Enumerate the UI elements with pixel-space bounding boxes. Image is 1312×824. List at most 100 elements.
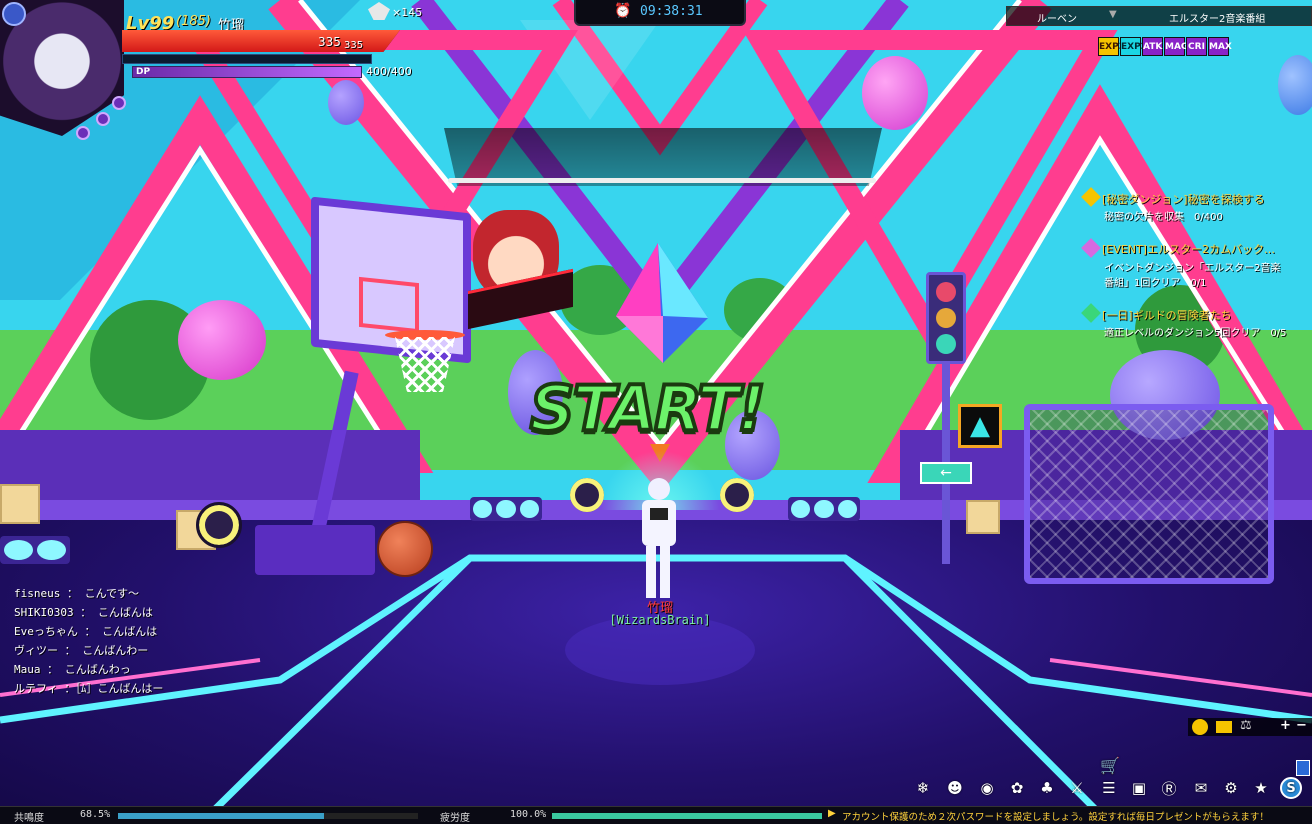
box-icon[interactable]: ▣ bbox=[1128, 777, 1150, 799]
quest-marker-icon bbox=[1081, 303, 1101, 323]
hp-current: 335 bbox=[318, 35, 341, 49]
balloon-pink-top bbox=[862, 56, 928, 130]
skill-leaf-icon[interactable]: ✿ bbox=[1006, 777, 1028, 799]
dp-value: 400/400 bbox=[366, 65, 412, 78]
dp-bar bbox=[132, 66, 362, 78]
quest-progress: 秘密の欠片を収集 0/400 bbox=[1104, 212, 1223, 223]
clock-time: 09:38:31 bbox=[640, 4, 703, 19]
buff-max[interactable]: MAX bbox=[1208, 37, 1232, 56]
buff-atk[interactable]: ATK bbox=[1142, 37, 1163, 56]
quest-title: [一日]ギルドの冒険者たち bbox=[1102, 309, 1232, 322]
quest-title: [秘密ダンジョン]秘密を探検する bbox=[1102, 193, 1265, 206]
quest-scroll-icon[interactable]: ☰ bbox=[1098, 777, 1120, 799]
skill-slot-icon[interactable] bbox=[76, 126, 90, 140]
weapon-icon[interactable]: ⚔ bbox=[1066, 777, 1088, 799]
spotlight-center-left bbox=[570, 478, 604, 512]
player-status-panel: Lv99 (185) 竹瑠 ×145 335 335 DP 400/400 bbox=[0, 0, 430, 150]
mp-bar bbox=[122, 54, 372, 64]
quest-progress: イベントダンジョン「エルスター2音楽 bbox=[1104, 263, 1281, 274]
stage-lights-right bbox=[788, 497, 860, 521]
resonance-bar bbox=[118, 813, 418, 819]
balloon-blue-far-right bbox=[1278, 55, 1312, 115]
quest-progress: 番組」1回クリア 0/1 bbox=[1104, 278, 1207, 289]
resonance-value: 68.5% bbox=[80, 809, 111, 820]
s-menu-icon[interactable]: S bbox=[1280, 777, 1302, 799]
settings-gear-icon[interactable]: ⚙ bbox=[1220, 777, 1242, 799]
stage-lights-far-left bbox=[0, 536, 70, 564]
balloon-pink-left bbox=[178, 300, 266, 380]
buff-exp2[interactable]: EXP2 bbox=[1120, 37, 1147, 56]
buff-mag[interactable]: MAG bbox=[1164, 37, 1188, 56]
alarm-clock-icon: ⏰ bbox=[614, 3, 632, 19]
spotlight-left bbox=[196, 502, 242, 548]
class-emblem-icon bbox=[2, 2, 26, 26]
quest-title: [EVENT]エルスター2カムバック… bbox=[1102, 243, 1275, 256]
quest-tracker: [秘密ダンジョン]秘密を探検する 秘密の欠片を収集 0/400 [EVENT]エ… bbox=[1080, 187, 1312, 348]
guild-g-icon[interactable]: Ⓡ bbox=[1158, 777, 1180, 799]
resonance-label: 共鳴度 bbox=[14, 813, 44, 824]
skill-slot-icon[interactable] bbox=[112, 96, 126, 110]
chat-message: fisneus ： こんです～ bbox=[14, 587, 140, 600]
event-gift-icon[interactable]: ★ bbox=[1250, 777, 1272, 799]
town-name: ルーベン bbox=[1037, 14, 1077, 25]
chat-message: SHIKI0303 ： こんばんは bbox=[14, 606, 153, 619]
chevron-down-icon[interactable]: ▼ bbox=[1109, 9, 1117, 20]
fatigue-label: 疲労度 bbox=[440, 813, 470, 824]
community-icon[interactable]: ✉ bbox=[1190, 777, 1212, 799]
lives-count: ×145 bbox=[392, 6, 423, 19]
stage-progress-track bbox=[448, 178, 876, 183]
megaphone-icon: ▶ bbox=[828, 808, 836, 819]
chat-message: ルテフィ ：［ﾑ］こんばんはー bbox=[14, 682, 164, 695]
crate-left bbox=[0, 484, 40, 524]
goal-net bbox=[1024, 404, 1274, 584]
ninja-icon[interactable]: ❄ bbox=[912, 777, 934, 799]
player-sub-level: (185) bbox=[176, 14, 211, 29]
chat-message: Maua ： こんばんわっ bbox=[14, 663, 131, 676]
zoom-out-button[interactable]: − bbox=[1296, 718, 1307, 733]
basketball-hoop bbox=[255, 196, 475, 575]
mail-icon[interactable] bbox=[1216, 721, 1232, 733]
zoom-in-button[interactable]: + bbox=[1280, 718, 1291, 733]
quest-progress: 適正レベルのダンジョン5回クリア 0/5 bbox=[1104, 328, 1287, 339]
fatigue-value: 100.0% bbox=[510, 809, 547, 820]
quest-marker-icon bbox=[1081, 187, 1101, 207]
chat-message: ヴィツー ： こんばんわー bbox=[14, 644, 149, 657]
dp-label: DP bbox=[136, 67, 151, 77]
walk-sign-icon: ▲ bbox=[958, 404, 1002, 448]
fatigue-bar bbox=[552, 813, 822, 819]
character-icon[interactable]: ☻ bbox=[944, 777, 966, 799]
fatigue-bar-fill bbox=[552, 813, 822, 819]
center-crystal-icon bbox=[616, 243, 708, 363]
quick-tools: ⚖ + − bbox=[1188, 718, 1312, 736]
crate-right bbox=[966, 500, 1000, 534]
pet-icon[interactable]: ♣ bbox=[1036, 777, 1058, 799]
dp-bar-fill bbox=[133, 67, 361, 77]
player-guild-label: [WizardsBrain] bbox=[609, 613, 711, 627]
buff-exp3[interactable]: EXP3 bbox=[1098, 37, 1125, 56]
clock-panel: ⏰ 09:38:31 bbox=[574, 0, 746, 26]
arrow-sign-icon: ← bbox=[920, 462, 972, 484]
stage-lights-left bbox=[470, 497, 542, 521]
bottom-status-bar: 共鳴度 68.5% 疲労度 100.0% ▶ アカウント保護のため２次パスワード… bbox=[0, 806, 1312, 824]
notice-text: アカウント保護のため２次パスワードを設定しましょう。設定すれば毎日プレゼントがも… bbox=[842, 812, 1269, 823]
cash-shop-icon[interactable]: 🛒 bbox=[1100, 756, 1122, 776]
chat-message: Eveっちゃん ： こんばんは bbox=[14, 625, 158, 638]
clock-icon[interactable] bbox=[1192, 719, 1208, 735]
chat-log[interactable]: fisneus ： こんです～ SHIKI0303 ： こんばんは Eveっちゃ… bbox=[14, 584, 214, 702]
quest-marker-icon bbox=[1081, 238, 1101, 258]
game-viewport[interactable]: ▲ ← START! 竹瑠 [WizardsBrain] Lv99 (185) … bbox=[0, 0, 1312, 824]
spotlight-center-right bbox=[720, 478, 754, 512]
scale-icon[interactable]: ⚖ bbox=[1240, 718, 1252, 733]
skill-slot-icon[interactable] bbox=[96, 112, 110, 126]
inventory-bag-icon[interactable]: ◉ bbox=[976, 777, 998, 799]
start-banner: START! bbox=[528, 370, 790, 452]
hp-max: 335 bbox=[344, 40, 364, 51]
buff-cri[interactable]: CRI bbox=[1186, 37, 1207, 56]
notification-icon[interactable] bbox=[1296, 760, 1310, 776]
location-header[interactable]: ルーベン ▼ エルスター2音楽番組 bbox=[1006, 6, 1312, 26]
lives-icon bbox=[368, 2, 390, 20]
start-banner-text: START! bbox=[528, 370, 768, 447]
player-character[interactable] bbox=[636, 478, 680, 600]
resonance-bar-fill bbox=[118, 813, 324, 819]
basketball bbox=[377, 521, 433, 577]
